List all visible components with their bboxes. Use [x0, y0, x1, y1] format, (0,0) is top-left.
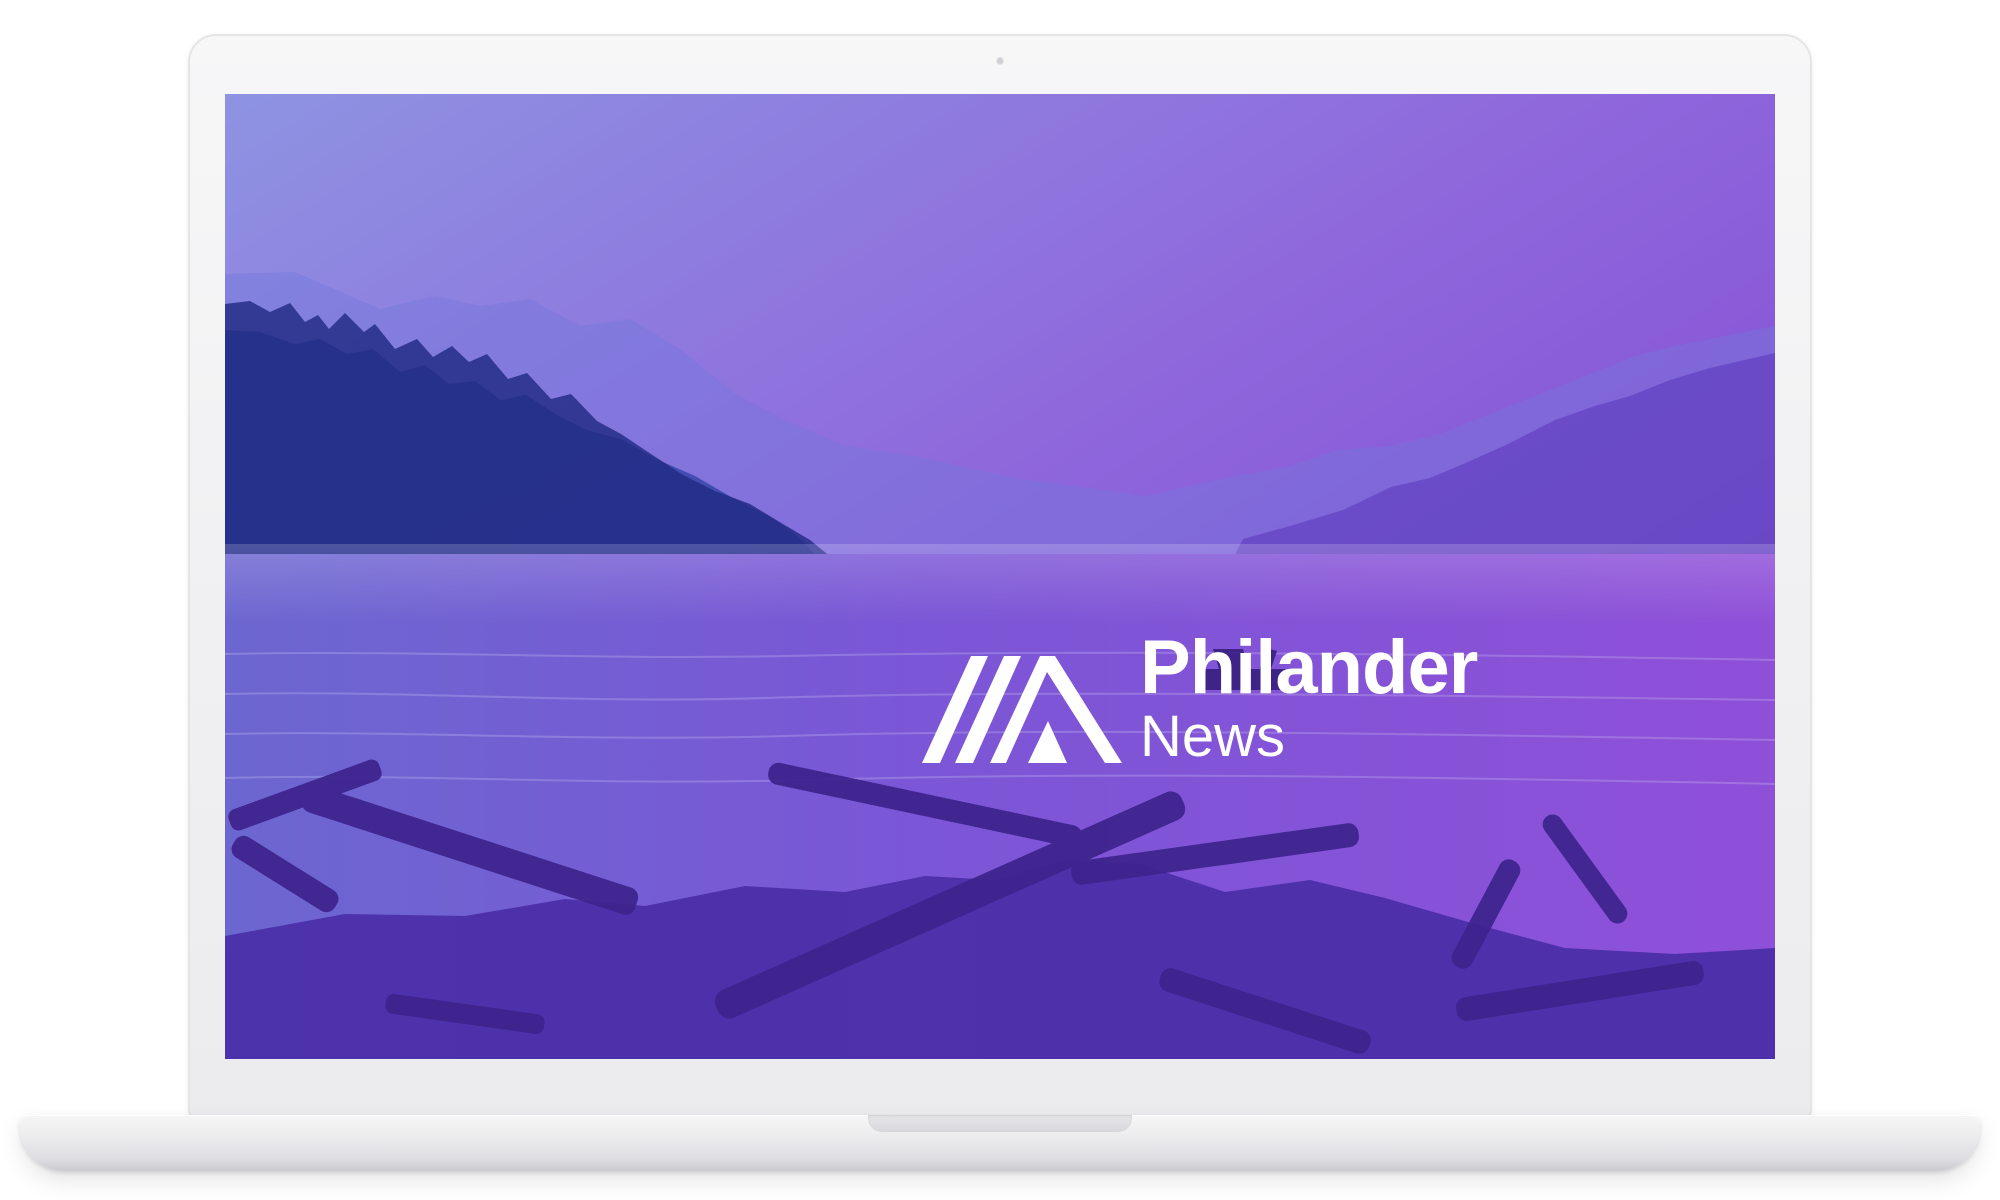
laptop-screen: Philander News: [225, 94, 1775, 1059]
brand-logo: Philander News: [922, 630, 1534, 769]
camera-icon: [997, 58, 1003, 64]
brand-text: Philander News: [1140, 630, 1478, 769]
mountain-logo-icon: [922, 639, 1122, 763]
brand-title: Philander: [1140, 625, 1478, 710]
laptop-mockup: Philander News: [0, 0, 2000, 1200]
background-illustration: [225, 94, 1775, 1059]
background-scene: [225, 94, 1775, 1059]
laptop-notch: [868, 1115, 1132, 1132]
brand-subtitle: News: [1140, 704, 1286, 769]
